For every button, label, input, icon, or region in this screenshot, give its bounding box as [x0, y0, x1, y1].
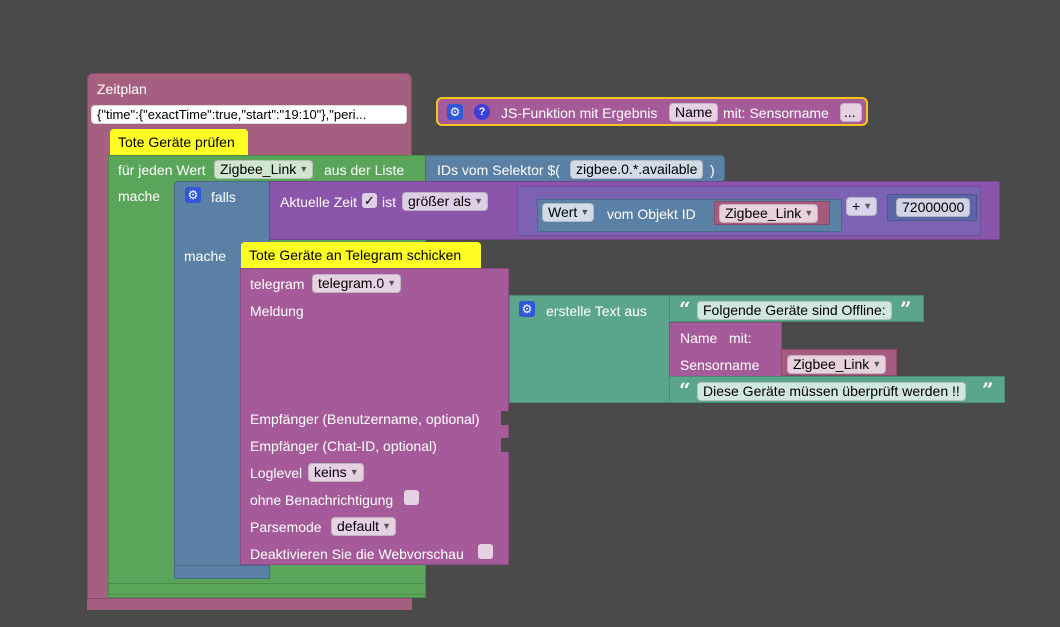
loop-variable-value: Zigbee_Link [220, 161, 297, 177]
zeitplan-title: Zeitplan [97, 81, 147, 97]
quote-close-icon: ” [982, 378, 994, 402]
recipient-chat-label: Empfänger (Chat-ID, optional) [250, 438, 437, 454]
gear-icon[interactable]: ⚙ [185, 187, 201, 203]
chevron-down-icon: ▼ [804, 208, 814, 218]
zeitplan-bottom-cap [87, 598, 412, 610]
function-param-label: Sensorname [680, 357, 760, 373]
selector-label-suffix: ) [710, 162, 715, 178]
recipient-chat-socket[interactable] [501, 438, 509, 452]
text-1-field[interactable]: Folgende Geräte sind Offline: [697, 301, 892, 320]
object-id-variable-value: Zigbee_Link [725, 205, 802, 221]
silent-label: ohne Benachrichtigung [250, 492, 394, 508]
quote-close-icon: ” [900, 297, 912, 321]
gear-icon[interactable]: ⚙ [447, 104, 463, 120]
telegram-label: telegram [250, 276, 305, 292]
recipient-user-label: Empfänger (Benutzername, optional) [250, 411, 480, 427]
chevron-down-icon: ▼ [299, 164, 309, 174]
quote-open-icon: “ [679, 378, 691, 402]
telegram-instance-dropdown[interactable]: telegram.0 ▼ [312, 274, 402, 293]
silent-checkbox[interactable] [404, 490, 419, 505]
if-block-bottom-cap [174, 565, 270, 579]
math-operator-dropdown[interactable]: + ▼ [846, 197, 878, 216]
js-function-params: mit: Sensorname [723, 105, 829, 121]
function-param-variable-value: Zigbee_Link [793, 356, 870, 372]
number-field[interactable]: 72000000 [896, 198, 971, 217]
function-param-variable-dropdown[interactable]: Zigbee_Link ▼ [787, 355, 887, 374]
recipient-user-socket[interactable] [501, 411, 509, 425]
math-operator-value: + [852, 198, 861, 214]
js-function-label: JS-Funktion mit Ergebnis [501, 105, 658, 121]
loglevel-label: Loglevel [250, 465, 303, 481]
chevron-down-icon: ▼ [580, 207, 590, 217]
disable-preview-label: Deaktivieren Sie die Webvorschau [250, 546, 464, 562]
value-attr-value: Wert [548, 204, 578, 220]
js-function-more-field[interactable]: ... [840, 103, 862, 122]
chevron-down-icon: ▼ [387, 278, 397, 288]
loglevel-dropdown[interactable]: keins ▼ [308, 463, 364, 482]
loglevel-value: keins [314, 464, 347, 480]
js-function-name-field[interactable]: Name [669, 103, 719, 122]
chevron-down-icon: ▼ [382, 521, 392, 531]
selector-value-field[interactable]: zigbee.0.*.available [570, 160, 704, 179]
meldung-label: Meldung [250, 303, 304, 319]
telegram-instance-value: telegram.0 [318, 275, 385, 291]
loop-bottom-cap [108, 583, 426, 595]
chevron-down-icon: ▼ [349, 467, 359, 477]
current-time-checkbox[interactable]: ✓ [362, 193, 377, 208]
selector-label-prefix: IDs vom Selektor $( [437, 162, 560, 178]
schedule-value-field[interactable]: {"time":{"exactTime":true,"start":"19:10… [91, 105, 407, 124]
value-attr-dropdown[interactable]: Wert ▼ [542, 203, 595, 222]
object-id-variable-dropdown[interactable]: Zigbee_Link ▼ [719, 204, 819, 223]
if-mache-label: mache [184, 248, 227, 264]
quote-open-icon: “ [679, 297, 691, 321]
chevron-down-icon: ▼ [474, 196, 484, 206]
parsemode-dropdown[interactable]: default ▼ [331, 517, 397, 536]
comment-tote-geraete-pruefen[interactable]: Tote Geräte prüfen [110, 129, 248, 155]
loop-variable-dropdown[interactable]: Zigbee_Link ▼ [214, 160, 314, 179]
comment-telegram[interactable]: Tote Geräte an Telegram schicken [241, 242, 481, 268]
text-join-label: erstelle Text aus [546, 303, 647, 319]
disable-preview-checkbox[interactable] [478, 544, 493, 559]
compare-ist-label: ist [382, 194, 396, 210]
text-2-field[interactable]: Diese Geräte müssen überprüft werden !! [697, 382, 966, 401]
for-each-suffix: aus der Liste [324, 162, 405, 178]
compare-operator-dropdown[interactable]: größer als ▼ [402, 192, 489, 211]
compare-operator-value: größer als [408, 193, 472, 209]
function-call-mit: mit: [729, 330, 752, 346]
function-call-name: Name [680, 330, 718, 346]
help-icon[interactable]: ? [474, 104, 490, 120]
for-each-prefix: für jeden Wert [118, 162, 206, 178]
gear-icon[interactable]: ⚙ [519, 301, 535, 317]
chevron-down-icon: ▼ [872, 359, 882, 369]
loop-do-label: mache [118, 188, 161, 204]
if-falls-label: falls [211, 189, 236, 205]
current-time-label: Aktuelle Zeit [280, 194, 358, 210]
parsemode-label: Parsemode [250, 519, 322, 535]
chevron-down-icon: ▼ [863, 201, 873, 211]
parsemode-value: default [337, 518, 380, 534]
value-of-object-label: vom Objekt ID [607, 206, 696, 222]
